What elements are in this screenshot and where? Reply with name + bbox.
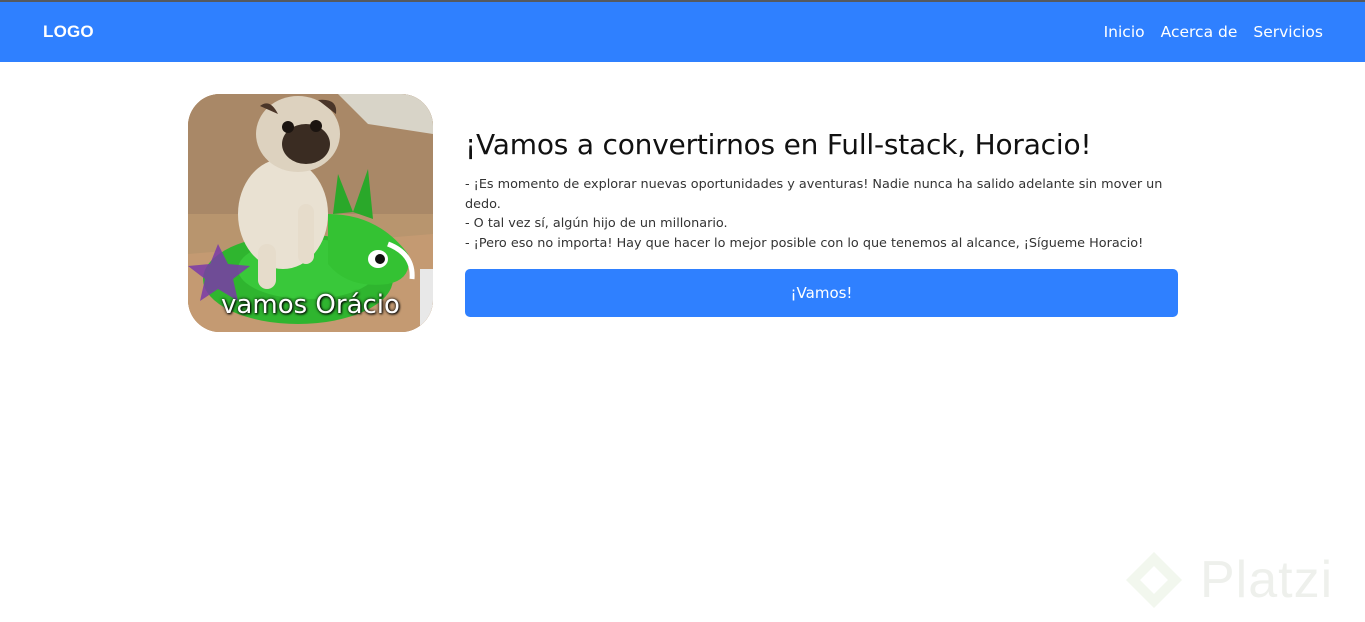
navbar: LOGO Inicio Acerca de Servicios bbox=[0, 2, 1365, 62]
description-line: - O tal vez sí, algún hijo de un millona… bbox=[465, 216, 728, 231]
hero-description: - ¡Es momento de explorar nuevas oportun… bbox=[465, 175, 1178, 253]
hero-content: ¡Vamos a convertirnos en Full-stack, Hor… bbox=[465, 127, 1178, 317]
description-line: - ¡Es momento de explorar nuevas oportun… bbox=[465, 177, 1163, 212]
nav-link-acerca-de[interactable]: Acerca de bbox=[1161, 23, 1238, 41]
nav-links: Inicio Acerca de Servicios bbox=[1104, 23, 1323, 41]
logo-link[interactable]: LOGO bbox=[43, 22, 94, 42]
nav-link-servicios[interactable]: Servicios bbox=[1253, 23, 1323, 41]
platzi-logo-icon bbox=[1126, 552, 1182, 608]
description-line: - ¡Pero eso no importa! Hay que hacer lo… bbox=[465, 235, 1144, 251]
hero-title: ¡Vamos a convertirnos en Full-stack, Hor… bbox=[465, 128, 1092, 161]
pug-meme-image: vamos Orácio bbox=[188, 94, 433, 332]
image-caption: vamos Orácio bbox=[221, 290, 400, 320]
vamos-button[interactable]: ¡Vamos! bbox=[465, 269, 1178, 317]
hero-section: vamos Orácio ¡Vamos a convertirnos en Fu… bbox=[188, 94, 1178, 334]
platzi-watermark-text: Platzi bbox=[1200, 551, 1334, 609]
nav-link-inicio[interactable]: Inicio bbox=[1104, 23, 1145, 41]
platzi-watermark: Platzi bbox=[1122, 538, 1365, 622]
